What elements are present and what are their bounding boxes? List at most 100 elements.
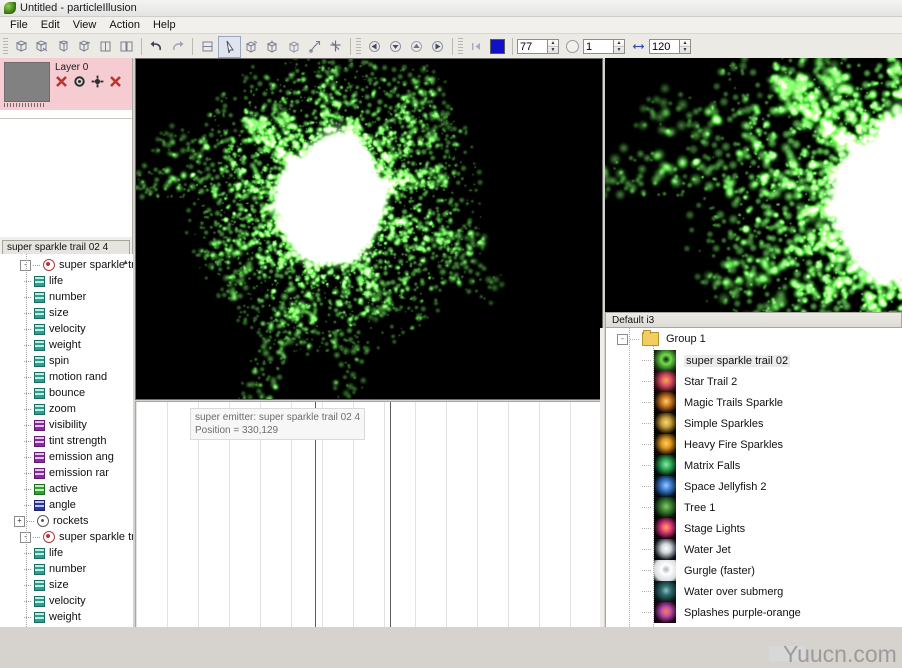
tree-emitter-row[interactable]: -super sparkle tr bbox=[0, 529, 133, 545]
tree-property-row[interactable]: spin bbox=[0, 353, 133, 369]
tree-node-label: size bbox=[49, 579, 69, 591]
tree-property-row[interactable]: number bbox=[0, 289, 133, 305]
tree-property-row[interactable]: motion rand bbox=[0, 369, 133, 385]
loop-length-icon[interactable] bbox=[628, 37, 649, 57]
save-emitter-icon[interactable] bbox=[53, 37, 74, 57]
library-item-row[interactable]: Water over submerg bbox=[606, 581, 902, 602]
tree-property-row[interactable]: tint strength bbox=[0, 433, 133, 449]
particle-render-preview[interactable] bbox=[605, 58, 902, 312]
tree-property-row[interactable]: weight bbox=[0, 337, 133, 353]
add-point-icon[interactable] bbox=[304, 37, 325, 57]
library-item-row[interactable]: Gurgle (faster) bbox=[606, 560, 902, 581]
tree-emitter-row[interactable]: -super sparkle tr bbox=[0, 257, 133, 273]
menu-file[interactable]: File bbox=[4, 18, 35, 32]
scale-emitter-icon[interactable] bbox=[283, 37, 304, 57]
nudge-left-icon[interactable] bbox=[364, 37, 385, 57]
toolbar-grip-3[interactable] bbox=[458, 38, 463, 55]
go-to-start-icon[interactable] bbox=[466, 37, 487, 57]
open-emitter-icon[interactable] bbox=[32, 37, 53, 57]
tree-property-row[interactable]: angle bbox=[0, 497, 133, 513]
tree-expander[interactable]: + bbox=[14, 516, 25, 527]
redo-icon[interactable] bbox=[167, 37, 188, 57]
library-item-row[interactable]: Tree 1 bbox=[606, 497, 902, 518]
tree-scroll-hint-icon[interactable]: ▲ bbox=[122, 259, 129, 266]
length-input[interactable] bbox=[649, 39, 679, 54]
layer-empty-area bbox=[0, 119, 132, 237]
toolbar-grip[interactable] bbox=[3, 38, 8, 55]
library-item-row[interactable]: Splashes purple-orange bbox=[606, 602, 902, 623]
library-item-row[interactable]: Water Jet bbox=[606, 539, 902, 560]
length-stepper[interactable]: ▲▼ bbox=[649, 39, 691, 54]
library-item-row[interactable]: Matrix Falls bbox=[606, 455, 902, 476]
layer-stepper[interactable]: ▲▼ bbox=[583, 39, 625, 54]
stage-canvas[interactable] bbox=[135, 58, 603, 400]
undo-icon[interactable] bbox=[146, 37, 167, 57]
preview-panel[interactable] bbox=[605, 58, 902, 312]
library-panel[interactable]: - Group 1 super sparkle trail 02Star Trail… bbox=[605, 328, 902, 627]
tree-property-row[interactable]: active bbox=[0, 481, 133, 497]
tree-property-row[interactable]: size bbox=[0, 577, 133, 593]
library-item-row[interactable]: Simple Sparkles bbox=[606, 413, 902, 434]
library-item-row[interactable]: Star Trail 2 bbox=[606, 371, 902, 392]
tree-property-row[interactable]: velocity bbox=[0, 593, 133, 609]
library-item-row[interactable]: Stage Lights bbox=[606, 518, 902, 539]
graph-property-icon bbox=[34, 420, 45, 431]
nudge-right-icon[interactable] bbox=[427, 37, 448, 57]
timeline-panel[interactable]: super emitter: super sparkle trail 02 4 … bbox=[135, 401, 603, 627]
library-item-row[interactable]: Space Jellyfish 2 bbox=[606, 476, 902, 497]
move-emitter-icon[interactable] bbox=[241, 37, 262, 57]
layer-visibility-icon[interactable] bbox=[109, 75, 122, 88]
layer-stepper-arrows[interactable]: ▲▼ bbox=[613, 39, 625, 54]
frame-stepper-arrows[interactable]: ▲▼ bbox=[547, 39, 559, 54]
tree-property-row[interactable]: visibility bbox=[0, 417, 133, 433]
library-item-row[interactable]: Heavy Fire Sparkles bbox=[606, 434, 902, 455]
tree-property-row[interactable]: velocity bbox=[0, 321, 133, 337]
toolbar-grip-2[interactable] bbox=[356, 38, 361, 55]
duplicate-emitter-icon[interactable] bbox=[116, 37, 137, 57]
graph-property-icon bbox=[34, 388, 45, 399]
library-group-label: Group 1 bbox=[666, 333, 706, 345]
rotate-emitter-icon[interactable] bbox=[262, 37, 283, 57]
library-item-row[interactable]: super sparkle trail 02 bbox=[606, 350, 902, 371]
graph-property-icon bbox=[34, 308, 45, 319]
tree-property-row[interactable]: bounce bbox=[0, 385, 133, 401]
library-item-row[interactable]: Magic Trails Sparkle bbox=[606, 392, 902, 413]
tree-property-row[interactable]: life bbox=[0, 273, 133, 289]
new-emitter-icon[interactable] bbox=[11, 37, 32, 57]
delete-layer-icon[interactable] bbox=[55, 75, 68, 88]
copy-emitter-icon[interactable] bbox=[74, 37, 95, 57]
tree-property-row[interactable]: emission rar bbox=[0, 465, 133, 481]
emitter-tree-panel[interactable]: -super sparkle trlifenumbersizevelocityw… bbox=[0, 254, 133, 627]
tree-property-row[interactable]: emission ang bbox=[0, 449, 133, 465]
frame-stepper[interactable]: ▲▼ bbox=[517, 39, 559, 54]
nudge-down-icon[interactable] bbox=[406, 37, 427, 57]
paste-emitter-icon[interactable] bbox=[95, 37, 116, 57]
menu-edit[interactable]: Edit bbox=[35, 18, 67, 32]
tree-property-row[interactable]: size bbox=[0, 305, 133, 321]
layer-thumbnail bbox=[4, 62, 50, 102]
tree-property-row[interactable]: number bbox=[0, 561, 133, 577]
layer-settings-icon[interactable] bbox=[91, 75, 104, 88]
tree-property-row[interactable]: zoom bbox=[0, 401, 133, 417]
length-stepper-arrows[interactable]: ▲▼ bbox=[679, 39, 691, 54]
color-swatch[interactable] bbox=[490, 39, 505, 54]
layer-list-panel: Layer 0 bbox=[0, 58, 132, 119]
menu-view[interactable]: View bbox=[67, 18, 104, 32]
menu-help[interactable]: Help bbox=[147, 18, 183, 32]
nudge-up-icon[interactable] bbox=[385, 37, 406, 57]
loop-circle-icon[interactable] bbox=[566, 40, 579, 53]
tree-property-row[interactable]: weight bbox=[0, 609, 133, 625]
library-group-row[interactable]: - Group 1 bbox=[606, 328, 902, 350]
layer-properties-icon[interactable] bbox=[73, 75, 86, 88]
frame-input[interactable] bbox=[517, 39, 547, 54]
layer-icon[interactable] bbox=[197, 37, 218, 57]
crosshair-icon[interactable] bbox=[325, 37, 346, 57]
layer-input[interactable] bbox=[583, 39, 613, 54]
particle-render-main[interactable] bbox=[136, 59, 602, 399]
tree-property-row[interactable]: life bbox=[0, 545, 133, 561]
library-group-expander[interactable]: - bbox=[617, 334, 628, 345]
library-item-thumbnail bbox=[654, 602, 676, 623]
tree-property-row[interactable]: +rockets bbox=[0, 513, 133, 529]
select-tool-icon[interactable] bbox=[218, 36, 241, 58]
menu-action[interactable]: Action bbox=[103, 18, 147, 32]
